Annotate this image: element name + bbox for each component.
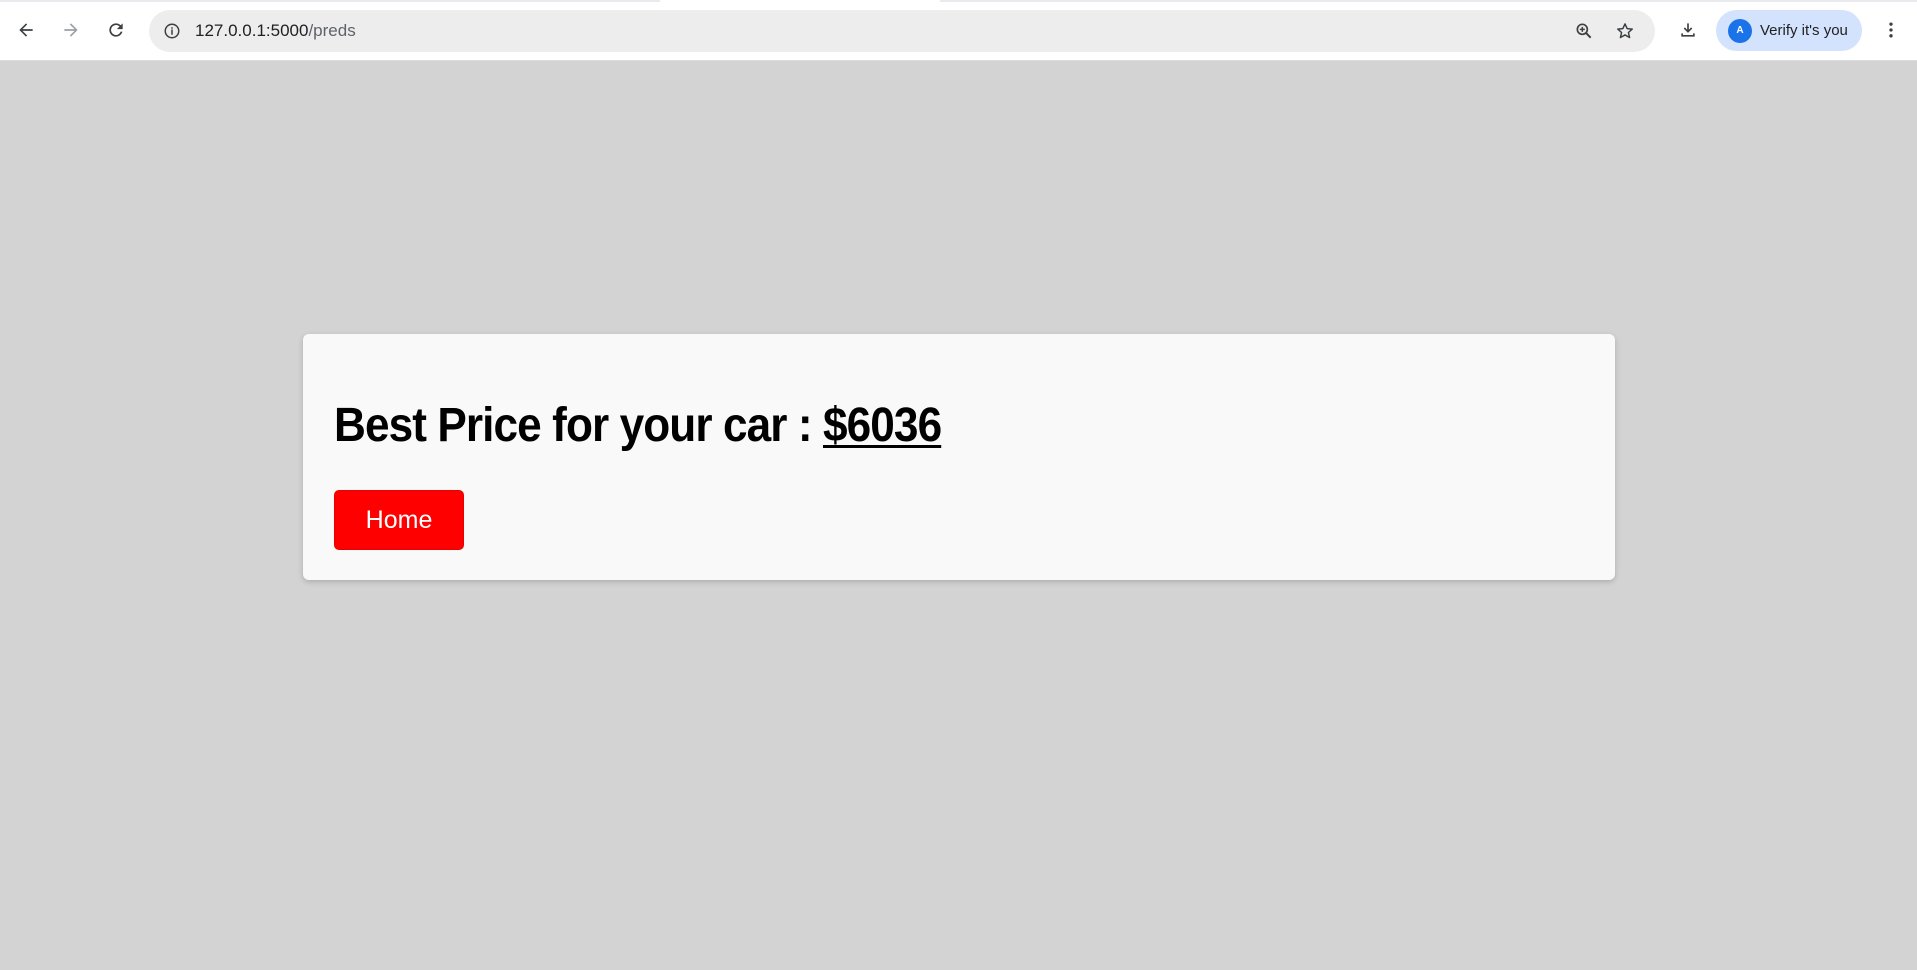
site-info-button[interactable] <box>159 18 185 44</box>
menu-kebab-icon <box>1889 22 1893 38</box>
url-path: /preds <box>308 21 356 40</box>
download-icon <box>1681 23 1695 37</box>
forward-icon <box>64 23 78 37</box>
tab-strip-edge <box>940 0 1917 2</box>
predicted-price: $6036 <box>823 399 942 452</box>
url-host: 127.0.0.1:5000 <box>195 21 309 40</box>
back-button[interactable] <box>8 12 44 48</box>
profile-verify-chip[interactable]: A Verify it's you <box>1716 10 1862 51</box>
reload-button[interactable] <box>98 12 134 48</box>
browser-toolbar: 127.0.0.1:5000/preds A Verify it's you <box>0 0 1917 61</box>
address-bar[interactable]: 127.0.0.1:5000/preds <box>149 10 1655 52</box>
back-icon <box>19 23 33 37</box>
zoom-button[interactable] <box>1571 18 1597 44</box>
url-text[interactable]: 127.0.0.1:5000/preds <box>195 10 356 52</box>
heading-prefix: Best Price for your car : <box>334 399 824 452</box>
tab-strip-edge <box>0 0 660 2</box>
result-card: Best Price for your car : $6036 Home <box>303 334 1615 580</box>
bookmark-button[interactable] <box>1612 18 1638 44</box>
downloads-button[interactable] <box>1670 12 1706 48</box>
price-heading: Best Price for your car : $6036 <box>334 398 942 453</box>
profile-chip-label: Verify it's you <box>1760 22 1848 39</box>
bookmark-star-icon <box>1617 23 1633 39</box>
forward-button[interactable] <box>53 12 89 48</box>
home-button[interactable]: Home <box>334 490 464 550</box>
site-info-icon <box>164 23 180 39</box>
avatar: A <box>1728 18 1752 43</box>
reload-icon <box>109 23 123 37</box>
browser-menu-button[interactable] <box>1873 12 1909 48</box>
zoom-icon <box>1576 23 1592 39</box>
